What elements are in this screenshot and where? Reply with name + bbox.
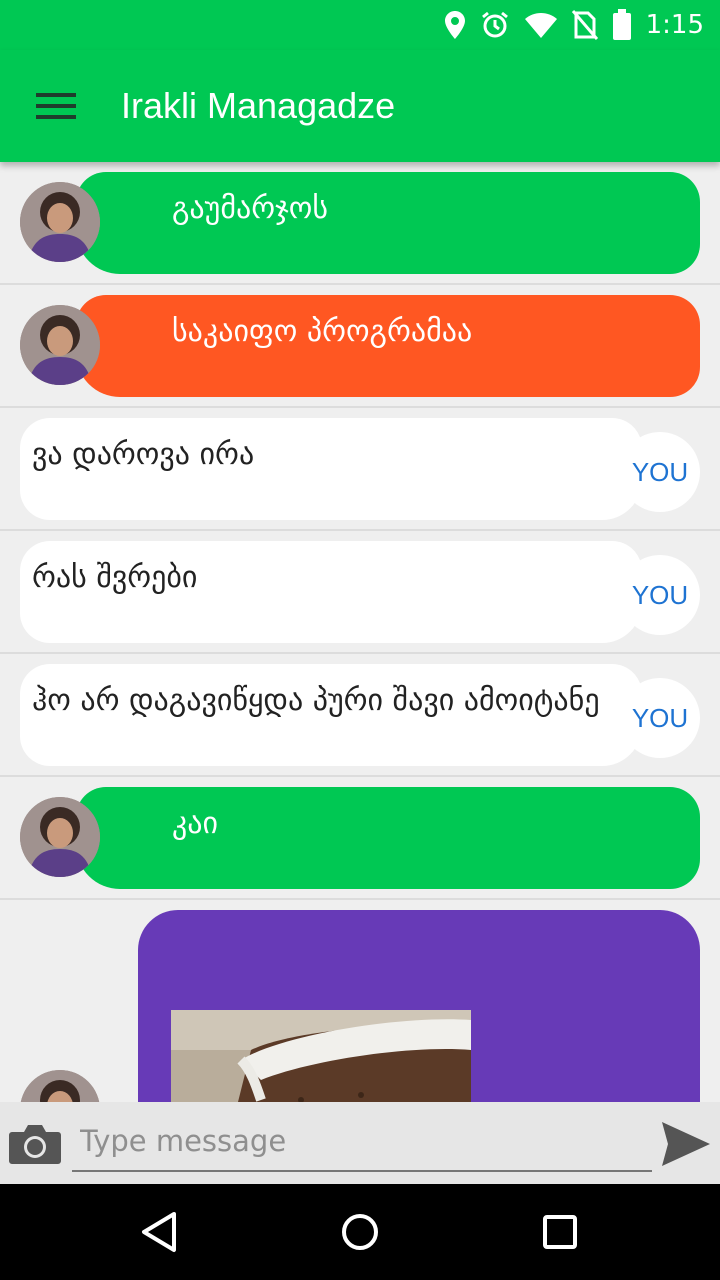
avatar[interactable] bbox=[20, 797, 100, 877]
navigation-bar bbox=[0, 1184, 720, 1280]
message-text: ვა დაროვა ირა bbox=[32, 437, 255, 472]
camera-icon[interactable] bbox=[8, 1122, 62, 1166]
status-icons: 1:15 bbox=[444, 8, 704, 42]
avatar[interactable] bbox=[20, 1070, 100, 1102]
message-row: რას შვრები YOU bbox=[0, 531, 720, 654]
message-input[interactable] bbox=[72, 1112, 652, 1172]
you-badge: YOU bbox=[620, 555, 700, 635]
message-bubble-outgoing[interactable]: რას შვრები bbox=[20, 541, 642, 643]
message-composer bbox=[0, 1102, 720, 1184]
you-badge: YOU bbox=[620, 678, 700, 758]
message-text: გაუმარჯოს bbox=[172, 191, 329, 226]
recents-icon[interactable] bbox=[536, 1208, 584, 1256]
back-icon[interactable] bbox=[136, 1208, 184, 1256]
alarm-icon bbox=[481, 11, 508, 38]
message-bubble-outgoing[interactable]: ვა დაროვა ირა bbox=[20, 418, 642, 520]
app-bar: Irakli Managadze bbox=[0, 50, 720, 162]
message-bubble-incoming[interactable]: გაუმარჯოს bbox=[76, 172, 700, 274]
conversation-title: Irakli Managadze bbox=[121, 85, 396, 126]
message-text: კაი bbox=[172, 806, 219, 841]
message-row: ვა დაროვა ირა YOU bbox=[0, 408, 720, 531]
send-icon[interactable] bbox=[660, 1120, 712, 1168]
message-row bbox=[0, 900, 720, 1102]
message-bubble-image[interactable] bbox=[138, 910, 700, 1102]
no-sim-icon bbox=[571, 10, 598, 40]
avatar[interactable] bbox=[20, 182, 100, 262]
you-badge: YOU bbox=[620, 432, 700, 512]
battery-icon bbox=[612, 9, 631, 40]
wifi-icon bbox=[524, 13, 557, 38]
message-list[interactable]: გაუმარჯოს საკაიფო პროგრამაა ვა დაროვა ირ… bbox=[0, 162, 720, 1102]
message-row: ჰო არ დაგავიწყდა პური შავი ამოიტანე YOU bbox=[0, 654, 720, 777]
status-time: 1:15 bbox=[645, 10, 704, 40]
message-row: გაუმარჯოს bbox=[0, 162, 720, 285]
message-bubble-outgoing[interactable]: ჰო არ დაგავიწყდა პური შავი ამოიტანე bbox=[20, 664, 642, 766]
status-bar: 1:15 bbox=[0, 0, 720, 50]
message-bubble-incoming[interactable]: საკაიფო პროგრამაა bbox=[76, 295, 700, 397]
message-row: კაი bbox=[0, 777, 720, 900]
message-text: რას შვრები bbox=[32, 560, 198, 595]
cake-photo[interactable] bbox=[171, 1010, 471, 1102]
home-icon[interactable] bbox=[336, 1208, 384, 1256]
message-bubble-incoming[interactable]: კაი bbox=[76, 787, 700, 889]
message-text: ჰო არ დაგავიწყდა პური შავი ამოიტანე bbox=[32, 683, 600, 718]
message-text: საკაიფო პროგრამაა bbox=[172, 314, 473, 349]
avatar[interactable] bbox=[20, 305, 100, 385]
message-row: საკაიფო პროგრამაა bbox=[0, 285, 720, 408]
hamburger-menu-icon[interactable] bbox=[28, 84, 84, 128]
location-icon bbox=[444, 11, 465, 39]
